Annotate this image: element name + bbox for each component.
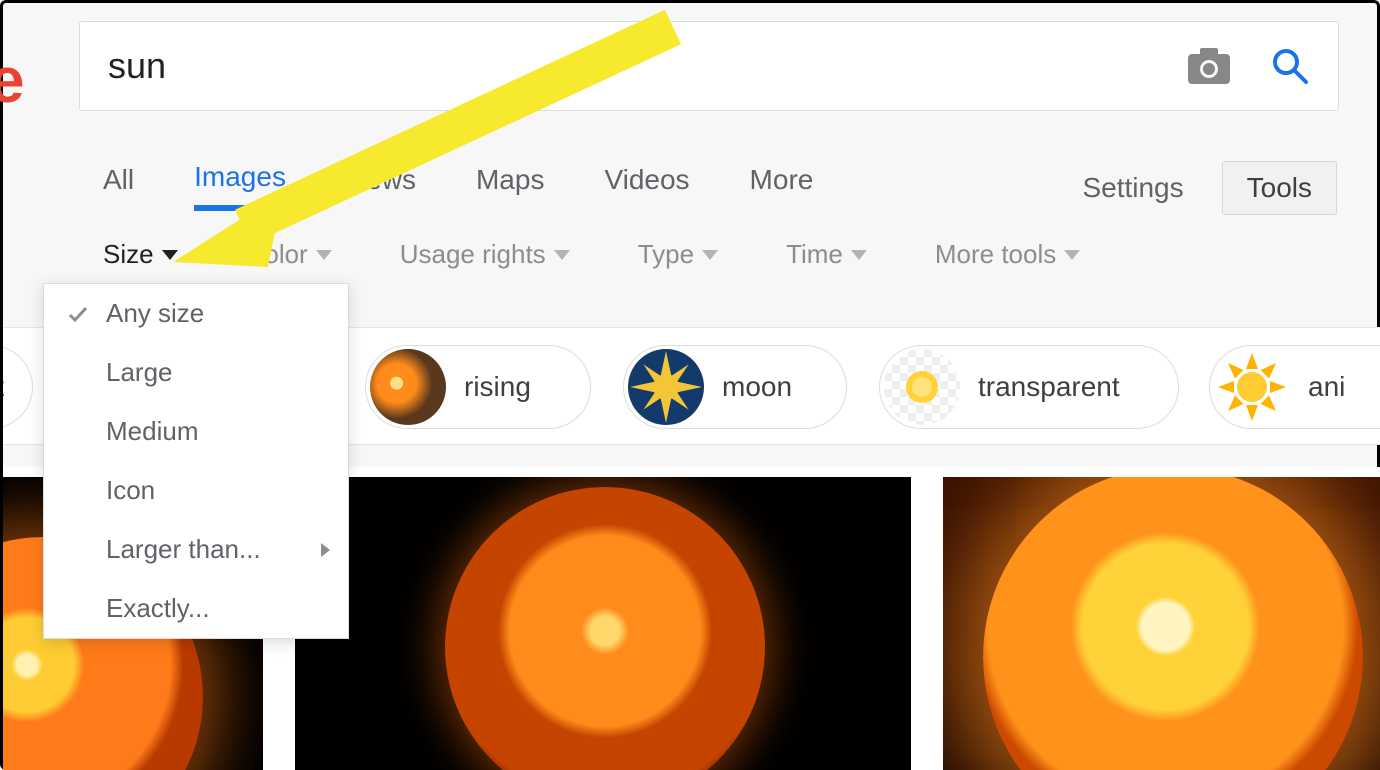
chip-partial-left[interactable]: t xyxy=(3,345,33,429)
check-icon xyxy=(66,303,90,325)
chevron-down-icon xyxy=(554,250,570,260)
chip-label: ani xyxy=(1308,371,1345,403)
chevron-down-icon xyxy=(162,250,178,260)
chip-thumb xyxy=(1214,349,1290,425)
chip-transparent[interactable]: transparent xyxy=(879,345,1179,429)
tab-news[interactable]: News xyxy=(346,164,416,208)
size-option-large[interactable]: Large xyxy=(44,343,348,402)
chevron-down-icon xyxy=(316,250,332,260)
size-dropdown: Any size Large Medium Icon Larger than..… xyxy=(43,283,349,639)
tab-videos[interactable]: Videos xyxy=(604,164,689,208)
chip-thumb xyxy=(628,349,704,425)
size-option-exactly[interactable]: Exactly... xyxy=(44,579,348,638)
result-thumb-2[interactable] xyxy=(295,477,911,770)
tab-maps[interactable]: Maps xyxy=(476,164,544,208)
chip-label: transparent xyxy=(978,371,1120,403)
chip-partial-right[interactable]: ani xyxy=(1209,345,1380,429)
logo-fragment: e xyxy=(0,43,25,117)
camera-icon[interactable] xyxy=(1188,48,1230,84)
size-option-medium[interactable]: Medium xyxy=(44,402,348,461)
chip-label: moon xyxy=(722,371,792,403)
tab-all[interactable]: All xyxy=(103,164,134,208)
chip-label: rising xyxy=(464,371,531,403)
chip-moon[interactable]: moon xyxy=(623,345,847,429)
settings-link[interactable]: Settings xyxy=(1082,172,1183,204)
search-tabs: All Images News Maps Videos More xyxy=(103,161,813,211)
tabs-right: Settings Tools xyxy=(1082,161,1337,215)
search-icon[interactable] xyxy=(1270,46,1310,86)
chip-thumb xyxy=(884,349,960,425)
filter-time[interactable]: Time xyxy=(786,239,867,270)
filter-toolbar: Size Color Usage rights Type Time More t… xyxy=(103,239,1080,270)
chevron-down-icon xyxy=(851,250,867,260)
chip-rising[interactable]: rising xyxy=(365,345,591,429)
tools-button[interactable]: Tools xyxy=(1222,161,1337,215)
filter-more-tools[interactable]: More tools xyxy=(935,239,1080,270)
result-thumb-3[interactable] xyxy=(943,477,1380,770)
filter-usage-rights[interactable]: Usage rights xyxy=(400,239,570,270)
tab-images[interactable]: Images xyxy=(194,161,286,211)
size-option-icon[interactable]: Icon xyxy=(44,461,348,520)
size-option-any[interactable]: Any size xyxy=(44,284,348,343)
filter-size[interactable]: Size xyxy=(103,239,178,270)
chip-thumb xyxy=(370,349,446,425)
search-actions xyxy=(1188,46,1310,86)
chevron-right-icon xyxy=(321,543,330,557)
filter-color[interactable]: Color xyxy=(246,239,332,270)
chevron-down-icon xyxy=(1064,250,1080,260)
search-input[interactable] xyxy=(108,45,1188,87)
chip-label: t xyxy=(3,371,4,403)
filter-type[interactable]: Type xyxy=(638,239,718,270)
tab-more[interactable]: More xyxy=(750,164,814,208)
app-frame: e All Images News Maps Videos More Setti… xyxy=(0,0,1380,770)
size-option-larger-than[interactable]: Larger than... xyxy=(44,520,348,579)
chevron-down-icon xyxy=(702,250,718,260)
search-bar xyxy=(79,21,1339,111)
